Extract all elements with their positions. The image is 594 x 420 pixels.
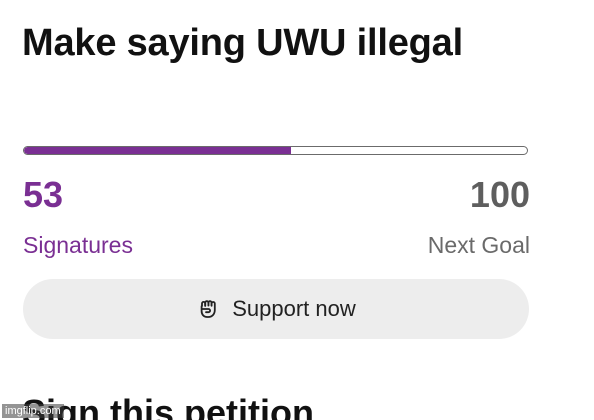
- petition-title: Make saying UWU illegal: [22, 22, 463, 64]
- petition-page: Make saying UWU illegal 53 100 Signature…: [0, 0, 594, 420]
- watermark: imgflip.com: [2, 404, 64, 418]
- signature-progress-bar: [23, 146, 528, 155]
- support-now-button[interactable]: Support now: [23, 279, 529, 339]
- signature-progress-fill: [24, 147, 291, 154]
- goal-count: 100: [469, 174, 530, 215]
- next-goal-label: Next Goal: [427, 232, 530, 258]
- fist-icon: [196, 297, 220, 321]
- sign-petition-heading: Sign this petition: [22, 392, 314, 420]
- signature-count: 53: [23, 174, 64, 215]
- support-now-label: Support now: [232, 296, 356, 321]
- signatures-label: Signatures: [23, 232, 133, 258]
